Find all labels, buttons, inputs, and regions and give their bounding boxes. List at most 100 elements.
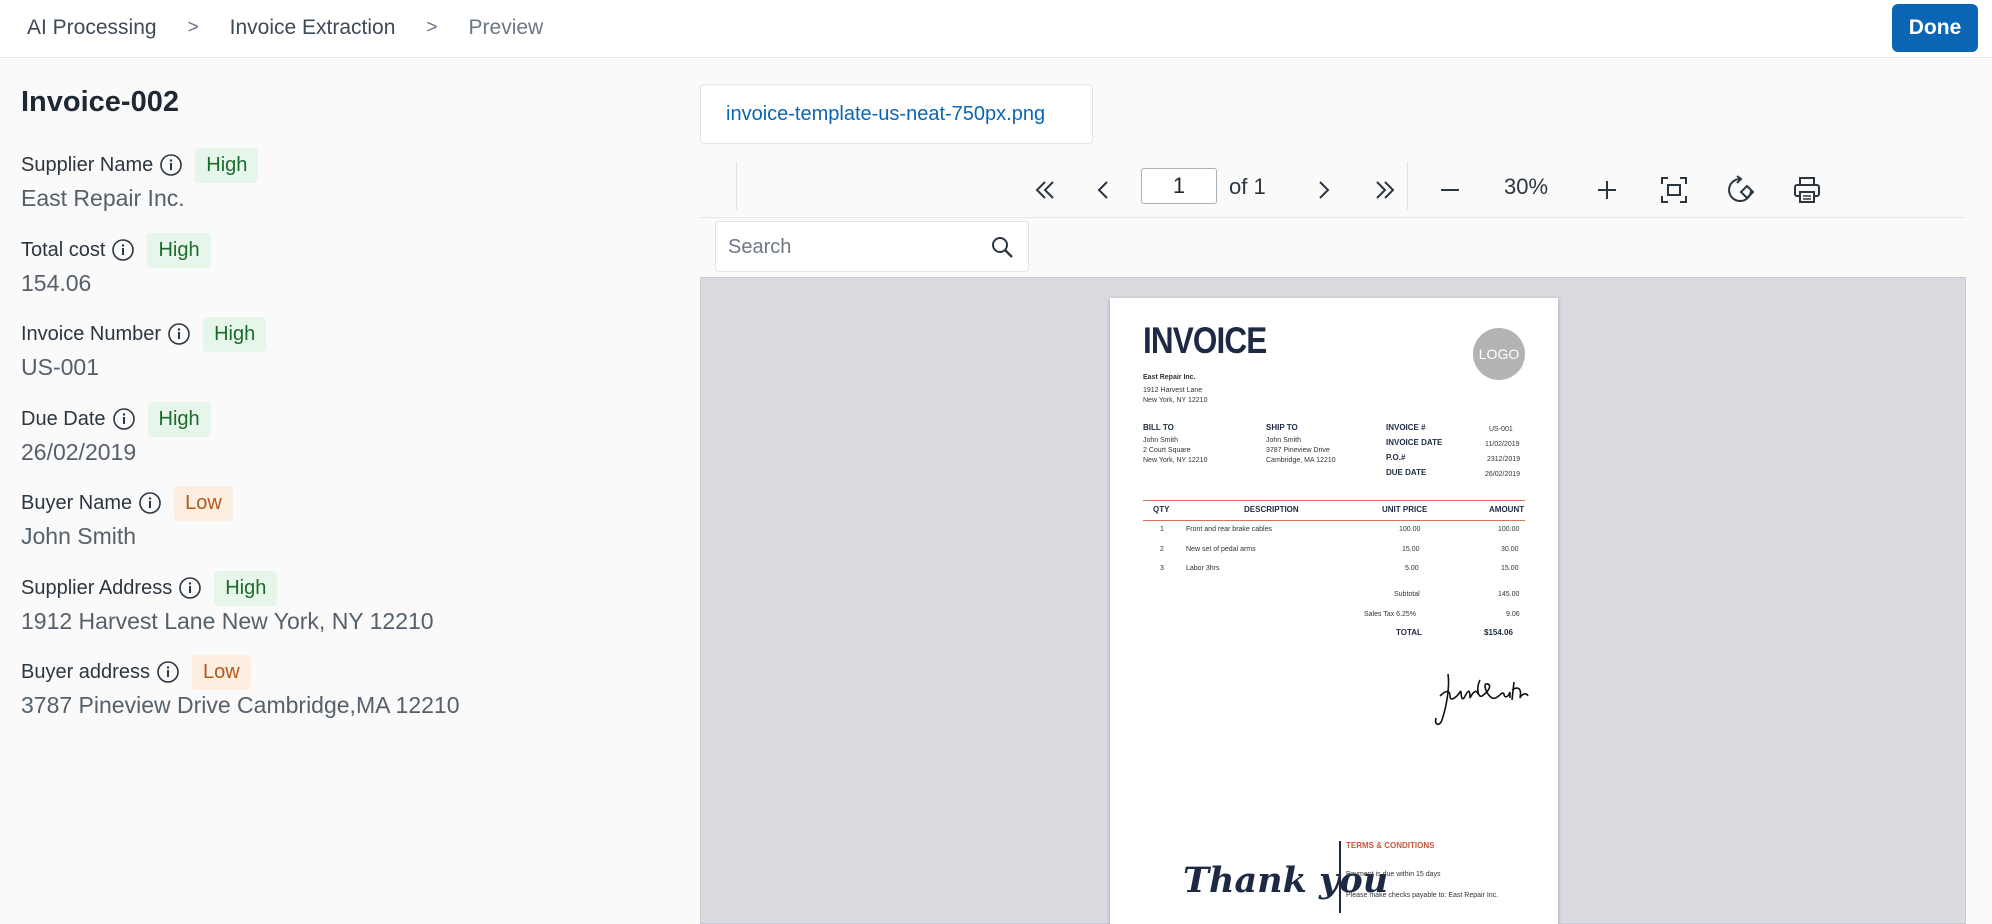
terms-line: Please make checks payable to: East Repa… — [1346, 892, 1499, 899]
field-label: Total cost — [21, 238, 106, 261]
meta-label: DUE DATE — [1386, 468, 1427, 477]
breadcrumb-separator: > — [187, 17, 199, 38]
rotate-button[interactable] — [1721, 170, 1761, 210]
total-value: $154.06 — [1484, 628, 1513, 637]
printer-icon — [1794, 177, 1820, 203]
page-count: of 1 — [1229, 174, 1266, 199]
first-page-button[interactable] — [1025, 170, 1065, 210]
field-value: East Repair Inc. — [21, 185, 185, 211]
field-label: Buyer Name — [21, 491, 133, 514]
line-item-qty: 2 — [1160, 546, 1164, 553]
column-header: DESCRIPTION — [1244, 505, 1299, 514]
field-invoice-number: Invoice Number High US-001 — [21, 315, 267, 381]
subtotal-value: 145.00 — [1498, 591, 1520, 598]
document-title: Invoice-002 — [21, 86, 179, 118]
info-icon[interactable] — [111, 238, 135, 262]
bill-to-line: 2 Court Square — [1143, 447, 1191, 454]
search-icon[interactable] — [990, 235, 1014, 259]
chevron-left-icon — [1097, 181, 1108, 199]
next-page-button[interactable] — [1303, 170, 1343, 210]
breadcrumb-invoice-extraction[interactable]: Invoice Extraction — [230, 16, 396, 40]
line-item-amount: 15.00 — [1501, 565, 1519, 572]
document-canvas[interactable]: INVOICE LOGO East Repair Inc. 1912 Harve… — [700, 277, 1966, 924]
file-tab[interactable]: invoice-template-us-neat-750px.png — [700, 84, 1093, 144]
line-item-unit-price: 5.00 — [1405, 565, 1419, 572]
terms-title: TERMS & CONDITIONS — [1346, 841, 1435, 850]
signature-image — [1434, 673, 1529, 726]
invoice-from-line: 1912 Harvest Lane — [1143, 387, 1203, 394]
meta-label: INVOICE DATE — [1386, 438, 1443, 447]
print-button[interactable] — [1787, 170, 1827, 210]
field-label: Supplier Name — [21, 153, 154, 176]
ship-to-line: Cambridge, MA 12210 — [1266, 457, 1336, 464]
field-value: US-001 — [21, 354, 99, 380]
column-header: UNIT PRICE — [1382, 505, 1428, 514]
search-input[interactable] — [728, 234, 978, 260]
meta-value: 2312/2019 — [1487, 456, 1521, 463]
total-label: TOTAL — [1396, 628, 1422, 637]
previous-page-button[interactable] — [1084, 170, 1124, 210]
breadcrumb-preview: Preview — [468, 16, 544, 39]
viewer-toolbar: of 1 30% — [700, 162, 1966, 218]
field-total-cost: Total cost High 154.06 — [21, 231, 211, 297]
field-label: Due Date — [21, 407, 106, 430]
confidence-badge: Low — [191, 654, 251, 690]
info-icon[interactable] — [159, 153, 183, 177]
field-buyer-name: Buyer Name Low John Smith — [21, 484, 233, 550]
table-header-rule — [1143, 520, 1525, 521]
line-item-description: New set of pedal arms — [1186, 546, 1256, 553]
line-item-amount: 100.00 — [1498, 526, 1520, 533]
terms-line: Payment is due within 15 days — [1346, 871, 1441, 878]
toolbar-divider — [1407, 162, 1408, 210]
invoice-title: INVOICE — [1143, 320, 1267, 361]
confidence-badge: Low — [174, 485, 233, 521]
meta-value: 26/02/2019 — [1485, 471, 1521, 478]
zoom-in-button[interactable] — [1587, 170, 1627, 210]
confidence-badge: High — [195, 147, 259, 183]
meta-value: US-001 — [1489, 426, 1513, 433]
invoice-logo: LOGO — [1473, 328, 1525, 380]
line-item-description: Front and rear brake cables — [1186, 526, 1272, 533]
minus-icon — [1441, 189, 1459, 191]
zoom-out-button[interactable] — [1430, 170, 1470, 210]
document-search — [715, 221, 1029, 272]
chevron-right-icon — [1319, 181, 1330, 199]
meta-value: 11/02/2019 — [1485, 441, 1520, 448]
toolbar-divider — [736, 162, 737, 210]
done-button[interactable]: Done — [1892, 4, 1978, 52]
plus-icon — [1598, 181, 1616, 199]
info-icon[interactable] — [138, 491, 162, 515]
field-supplier-name: Supplier Name High East Repair Inc. — [21, 146, 259, 212]
breadcrumb: AI Processing > Invoice Extraction > Pre… — [27, 16, 543, 40]
extracted-fields-panel: Invoice-002 Supplier Name High East Repa… — [0, 58, 700, 924]
field-label: Invoice Number — [21, 322, 162, 345]
fit-page-button[interactable] — [1654, 170, 1694, 210]
page-number-input[interactable] — [1141, 168, 1217, 204]
table-top-rule — [1143, 500, 1525, 501]
info-icon[interactable] — [167, 322, 191, 346]
subtotal-label: Subtotal — [1394, 591, 1420, 598]
line-item-description: Labor 3hrs — [1186, 565, 1220, 572]
invoice-from-line: East Repair Inc. — [1143, 374, 1196, 381]
rotate-icon — [1728, 175, 1755, 202]
confidence-badge: High — [147, 401, 211, 437]
confidence-badge: High — [214, 570, 278, 606]
breadcrumb-ai-processing[interactable]: AI Processing — [27, 16, 157, 40]
ship-to-label: SHIP TO — [1266, 423, 1298, 432]
field-value: 3787 Pineview Drive Cambridge,MA 12210 — [21, 692, 460, 718]
ship-to-line: John Smith — [1266, 437, 1302, 444]
line-item-qty: 3 — [1160, 565, 1164, 572]
fit-to-page-icon — [1661, 177, 1687, 203]
line-item-unit-price: 15.00 — [1402, 546, 1420, 553]
breadcrumb-separator: > — [426, 17, 438, 38]
last-page-button[interactable] — [1365, 170, 1405, 210]
file-name: invoice-template-us-neat-750px.png — [726, 103, 1046, 125]
field-buyer-address: Buyer address Low 3787 Pineview Drive Ca… — [21, 653, 460, 719]
info-icon[interactable] — [156, 660, 180, 684]
tax-label: Sales Tax 6.25% — [1364, 611, 1417, 618]
invoice-from-line: New York, NY 12210 — [1143, 397, 1208, 404]
meta-label: P.O.# — [1386, 453, 1406, 462]
confidence-badge: High — [147, 232, 211, 268]
info-icon[interactable] — [178, 576, 202, 600]
info-icon[interactable] — [112, 407, 136, 431]
